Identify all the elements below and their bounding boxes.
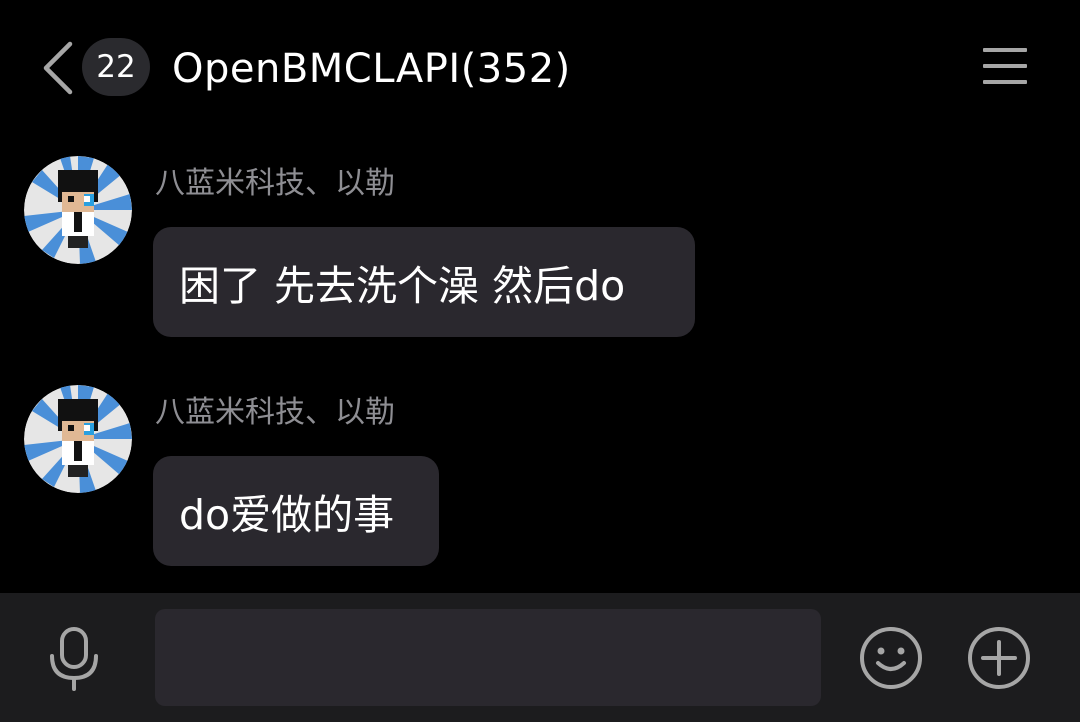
chevron-left-icon — [43, 41, 73, 95]
message-bubble[interactable]: do爱做的事 — [153, 456, 439, 566]
hamburger-menu-icon — [980, 44, 1030, 90]
sender-name: 八蓝米科技、以勒 — [155, 166, 395, 201]
microphone-icon — [50, 627, 98, 691]
sender-name: 八蓝米科技、以勒 — [155, 395, 395, 430]
emoji-button[interactable] — [858, 625, 924, 691]
back-button[interactable] — [38, 40, 78, 96]
voice-button[interactable] — [46, 626, 102, 692]
unread-count-badge[interactable]: 22 — [82, 38, 150, 96]
menu-button[interactable] — [980, 44, 1030, 90]
avatar-image — [24, 156, 132, 264]
message-input[interactable] — [155, 609, 821, 706]
chat-title: OpenBMCLAPI(352) — [172, 46, 571, 92]
avatar-image — [24, 385, 132, 493]
chat-header: 22 OpenBMCLAPI(352) — [0, 0, 1080, 130]
plus-circle-icon — [968, 627, 1030, 689]
avatar[interactable] — [24, 385, 132, 493]
smiley-icon — [860, 627, 922, 689]
more-actions-button[interactable] — [966, 625, 1032, 691]
message-bubble[interactable]: 困了 先去洗个澡 然后do — [153, 227, 695, 337]
avatar[interactable] — [24, 156, 132, 264]
